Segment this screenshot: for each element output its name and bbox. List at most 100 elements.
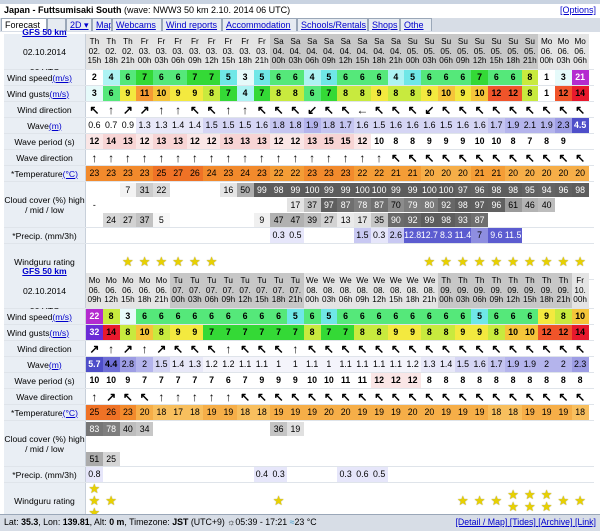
wind-dir-cell: ↖ [505,341,522,356]
wave-arrow-icon: ↖ [424,150,435,165]
wind-speed-unit[interactable]: (m/s) [52,312,72,322]
wave-cell: 1.6 [387,118,405,133]
wave-arrow-icon: ↖ [524,150,535,165]
header-date: 05. [507,46,519,56]
wave-dir-cell: ↑ [337,150,354,165]
temperature-cell: 23 [119,166,137,181]
temperature-cell: 18 [253,405,271,420]
cloud-low-value [287,452,304,466]
wind-gusts-unit[interactable]: (m/s) [50,89,70,99]
link-link[interactable]: [Link] [575,517,596,527]
wave-arrow-icon: ↑ [158,389,165,404]
wind-speed-unit[interactable]: (m/s) [52,73,72,83]
header-day: Th [541,276,552,286]
cloud-low-value [488,213,505,227]
cloud-mid-value [404,437,421,451]
options-link[interactable]: [Options] [560,5,596,15]
header-hour: 03h [154,56,169,66]
cloud-mid-value [572,437,589,451]
cloud-low-value [421,452,438,466]
time-header: Th 09. 12h [504,273,522,308]
tab-map[interactable]: Map [92,18,112,31]
wind-dir-cell: ↖ [254,102,271,117]
tab-shops[interactable]: Shops [368,18,400,31]
tab-wind-reports[interactable]: Wind reports [162,18,222,31]
wave-cell: 1.9 [504,357,522,372]
wave-arrow-icon: ↖ [508,389,519,404]
detail-map-link[interactable]: [Detail / Map] [455,517,507,527]
tab-accommodation[interactable]: Accommodation [222,18,297,31]
wind-gusts-unit[interactable]: (m/s) [50,328,70,338]
cloud-cell: 98 [571,182,589,227]
tab-webcams[interactable]: Webcams [112,18,162,31]
wave-unit[interactable]: (m) [49,121,62,131]
cloud-high-value [187,422,204,436]
tides-link[interactable]: [Tides] [510,517,536,527]
cloud-mid-value: 96 [488,197,505,212]
tab-schools-rentals[interactable]: Schools/Rentals [297,18,368,31]
cloud-high-value: 22 [153,182,170,197]
wind-speed-cell: 22 [86,309,103,324]
wave-arrow-icon: ↖ [273,389,284,404]
wave-unit[interactable]: (m) [49,360,62,370]
star-icon: ★ [105,492,117,508]
cloud-high-value [203,183,220,197]
wind-speed-cell: 4 [303,70,321,85]
header-hour: 15h [221,56,236,66]
model-link[interactable]: GFS 50 km [22,27,66,37]
temperature-text: *Temperature [11,407,63,418]
temperature-unit[interactable]: (°C) [63,408,78,418]
model-link[interactable]: GFS 50 km [22,266,66,276]
cloud-low-value [572,213,589,227]
time-header: Sa 04. 18h [370,34,388,69]
wave-period-cell: 7 [153,373,170,388]
wind-dir-cell: ↖ [388,341,405,356]
cloud-low-value [438,452,455,466]
wave-dir-cell: ↖ [455,150,472,165]
wave-arrow-icon: ↖ [457,389,468,404]
wave-cell: 1.4 [169,118,187,133]
cloud-cell: 99 70 90 [387,182,405,227]
archive-link[interactable]: [Archive] [538,517,572,527]
wind-speed-cell: 6 [169,70,187,85]
star-icon: ★ [457,492,469,508]
time-header: Tu 07. 15h [253,273,271,308]
wave-period-cell: 12 [186,134,204,149]
cloud-mid-value [170,198,187,212]
wave-period-cell: 12 [136,134,153,149]
wind-dir-cell: ↑ [287,341,304,356]
cloud-low-value [187,452,204,466]
cloud-high-value [170,183,187,197]
wave-dir-cell: ↑ [220,150,237,165]
cloud-low-value [555,452,572,466]
rating-cell [321,483,338,518]
wind-speed-cell: 6 [370,70,388,85]
temperature-unit[interactable]: (°C) [63,169,78,179]
wind-arrow-icon: ↖ [575,102,586,117]
precip-cell [303,467,321,482]
header-date: 06. [155,285,168,295]
wind-speed-cell: 3 [555,70,572,85]
rating-cell [438,483,455,518]
header-date: 05. [473,46,486,56]
temperature-cell: 20 [337,405,354,420]
time-header: Fr 03. 18h [236,34,254,69]
wave-dir-cell: ↖ [354,389,371,404]
cloud-mid-value [254,437,271,451]
tab-othe[interactable]: Othe [400,18,432,31]
wind-arrow-icon: ↙ [424,102,435,117]
wave-dir-cell: ↖ [455,389,472,404]
temperature-cell: 19 [538,405,555,420]
wave-dir-cell: ↑ [86,389,103,404]
wave-period-cell: 11 [354,373,371,388]
wave-dir-cell: ↖ [120,389,137,404]
precip-cell: 9.6 [488,228,505,243]
cloud-mid-value: 92 [437,197,455,212]
cloud-cell [170,421,187,466]
wave-arrow-icon: ↖ [524,389,535,404]
wave-arrow-icon: ↖ [290,389,301,404]
rating-cell: ★ [455,483,472,518]
time-header: Sa 04. 12h [337,34,354,69]
tab-2d[interactable]: 2D ▾ [66,18,92,31]
cloud-mid-value: 87 [370,197,388,212]
